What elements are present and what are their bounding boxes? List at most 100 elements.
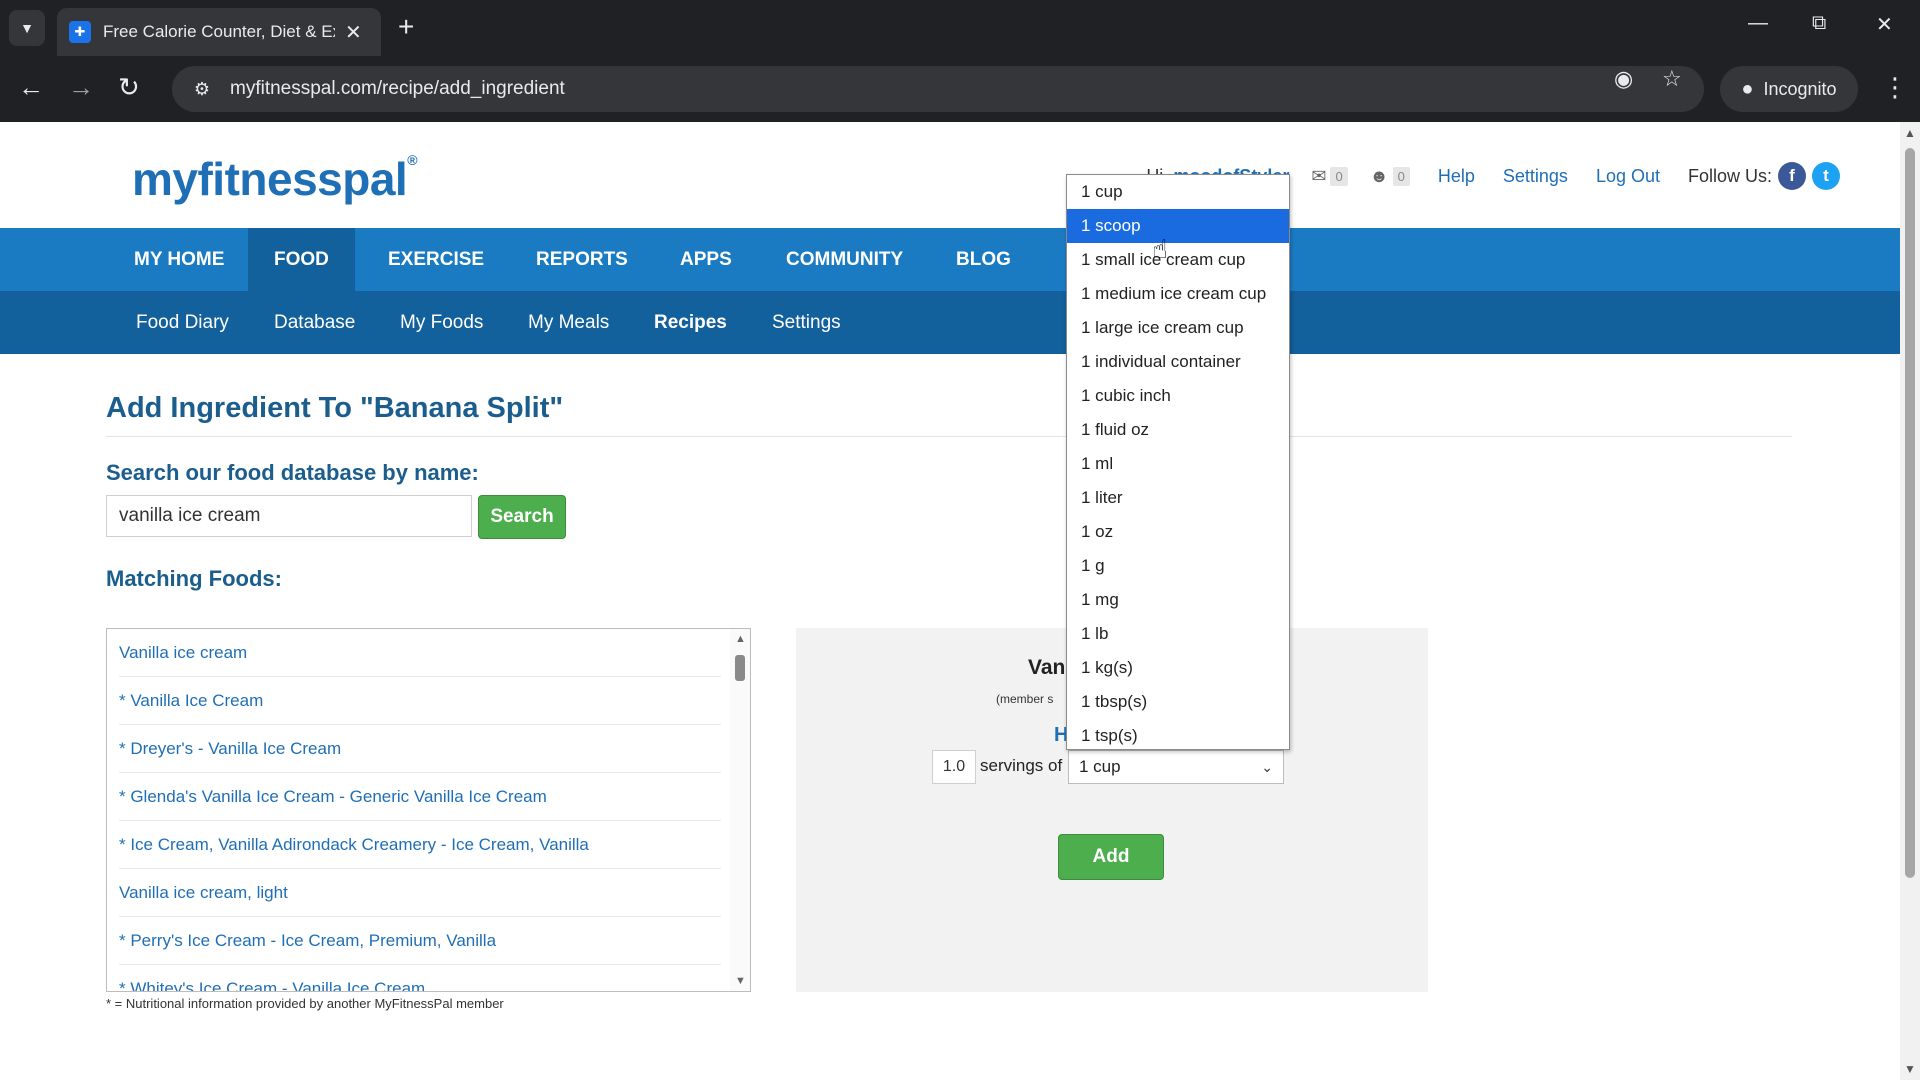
search-button[interactable]: Search: [478, 495, 566, 539]
list-item[interactable]: * Vanilla Ice Cream: [119, 677, 721, 725]
minimize-icon[interactable]: —: [1748, 12, 1768, 35]
divider: [106, 436, 1792, 437]
page-scrollbar[interactable]: ▲ ▼: [1900, 122, 1920, 1080]
dropdown-option[interactable]: 1 g: [1067, 549, 1289, 583]
page-scroll-thumb[interactable]: [1905, 148, 1915, 878]
subnav-settings[interactable]: Settings: [772, 291, 841, 354]
matching-foods-label: Matching Foods:: [106, 566, 282, 591]
eye-off-icon[interactable]: ◉: [1614, 66, 1633, 92]
matching-foods-list[interactable]: Vanilla ice cream * Vanilla Ice Cream * …: [106, 628, 751, 992]
nav-community[interactable]: COMMUNITY: [760, 228, 929, 291]
dropdown-option[interactable]: 1 lb: [1067, 617, 1289, 651]
tab-search-button[interactable]: ▼: [9, 10, 45, 46]
favicon-icon: ✚: [69, 21, 91, 43]
restore-icon[interactable]: ⧉: [1812, 12, 1826, 35]
list-item[interactable]: * Ice Cream, Vanilla Adirondack Creamery…: [119, 821, 721, 869]
tab-strip: ▼ ✚ Free Calorie Counter, Diet & Ex ✕ + …: [0, 0, 1920, 56]
scroll-down-icon[interactable]: ▼: [1904, 1062, 1916, 1076]
dropdown-option[interactable]: 1 liter: [1067, 481, 1289, 515]
footnote: * = Nutritional information provided by …: [106, 996, 504, 1011]
dropdown-option[interactable]: 1 tbsp(s): [1067, 685, 1289, 719]
follow-us-label: Follow Us:: [1687, 165, 1772, 186]
close-icon[interactable]: ✕: [345, 20, 362, 45]
back-icon[interactable]: ←: [18, 72, 44, 102]
list-item[interactable]: * Glenda's Vanilla Ice Cream - Generic V…: [119, 773, 721, 821]
subnav-recipes[interactable]: Recipes: [654, 291, 727, 354]
unit-dropdown[interactable]: 1 cup 1 scoop 1 small ice cream cup 1 me…: [1066, 174, 1290, 750]
nav-blog[interactable]: BLOG: [930, 228, 1037, 291]
list-item[interactable]: * Perry's Ice Cream - Ice Cream, Premium…: [119, 917, 721, 965]
mail-icon[interactable]: ✉: [1311, 166, 1326, 187]
settings-link[interactable]: Settings: [1503, 166, 1568, 187]
dropdown-option[interactable]: 1 mg: [1067, 583, 1289, 617]
list-item[interactable]: * Whitey's Ice Cream - Vanilla Ice Cream: [119, 965, 721, 991]
dropdown-option[interactable]: 1 large ice cream cup: [1067, 311, 1289, 345]
nav-my-home[interactable]: MY HOME: [108, 228, 250, 291]
site-info-icon[interactable]: ⚙: [182, 79, 222, 100]
scroll-thumb[interactable]: [735, 655, 745, 681]
dropdown-option[interactable]: 1 cup: [1067, 175, 1289, 209]
nav-food[interactable]: FOOD: [248, 228, 355, 291]
twitter-icon[interactable]: t: [1812, 162, 1840, 190]
food-name: Van: [1028, 656, 1066, 679]
reload-icon[interactable]: ↻: [118, 72, 140, 102]
dropdown-option[interactable]: 1 medium ice cream cup: [1067, 277, 1289, 311]
incognito-icon: ●: [1741, 77, 1754, 100]
page-title: Add Ingredient To "Banana Split": [106, 392, 564, 424]
nav-reports[interactable]: REPORTS: [510, 228, 654, 291]
url-text: myfitnesspal.com/recipe/add_ingredient: [230, 78, 565, 99]
dropdown-option[interactable]: 1 individual container: [1067, 345, 1289, 379]
sub-nav: Food Diary Database My Foods My Meals Re…: [0, 291, 1900, 354]
chevron-down-icon: ▼: [20, 20, 34, 36]
incognito-badge[interactable]: ● Incognito: [1720, 66, 1858, 112]
dropdown-option[interactable]: 1 ml: [1067, 447, 1289, 481]
menu-icon[interactable]: ⋮: [1882, 74, 1908, 100]
site-logo[interactable]: myfitnesspal®: [132, 152, 418, 206]
subnav-database[interactable]: Database: [274, 291, 355, 354]
unit-select-value: 1 cup: [1079, 757, 1121, 776]
tab-title: Free Calorie Counter, Diet & Ex: [103, 22, 335, 41]
subnav-my-foods[interactable]: My Foods: [400, 291, 483, 354]
person-icon[interactable]: ☻: [1370, 166, 1389, 187]
list-item[interactable]: Vanilla ice cream, light: [119, 869, 721, 917]
chevron-down-icon: ⌄: [1261, 759, 1273, 775]
messages-count: 0: [1330, 166, 1348, 186]
servings-label: servings of: [980, 756, 1063, 775]
dropdown-option[interactable]: 1 fluid oz: [1067, 413, 1289, 447]
browser-tab[interactable]: ✚ Free Calorie Counter, Diet & Ex ✕: [57, 8, 381, 56]
dropdown-option[interactable]: 1 oz: [1067, 515, 1289, 549]
dropdown-option[interactable]: 1 small ice cream cup: [1067, 243, 1289, 277]
scroll-up-icon[interactable]: ▲: [1904, 126, 1916, 140]
servings-input[interactable]: 1.0: [932, 750, 976, 784]
dropdown-option[interactable]: 1 tsp(s): [1067, 719, 1289, 753]
star-icon[interactable]: ☆: [1662, 66, 1682, 92]
browser-toolbar: ← → ↻ ⚙ myfitnesspal.com/recipe/add_ingr…: [0, 56, 1920, 122]
add-button[interactable]: Add: [1058, 834, 1164, 880]
new-tab-button[interactable]: +: [398, 12, 414, 42]
search-input[interactable]: [106, 495, 472, 537]
search-label: Search our food database by name:: [106, 460, 479, 485]
facebook-icon[interactable]: f: [1778, 162, 1806, 190]
subnav-food-diary[interactable]: Food Diary: [136, 291, 229, 354]
window-close-icon[interactable]: ✕: [1876, 12, 1893, 37]
dropdown-option-highlighted[interactable]: 1 scoop: [1067, 209, 1289, 243]
list-item[interactable]: * Dreyer's - Vanilla Ice Cream: [119, 725, 721, 773]
address-bar[interactable]: ⚙ myfitnesspal.com/recipe/add_ingredient: [172, 66, 1704, 112]
subnav-my-meals[interactable]: My Meals: [528, 291, 609, 354]
scroll-up-icon[interactable]: ▲: [735, 633, 746, 645]
hand-cursor-icon: ☝: [1152, 234, 1168, 264]
member-note: (member s: [996, 692, 1054, 706]
logout-link[interactable]: Log Out: [1596, 166, 1660, 187]
main-nav: MY HOME FOOD EXERCISE REPORTS APPS COMMU…: [0, 228, 1900, 291]
nav-apps[interactable]: APPS: [654, 228, 758, 291]
dropdown-option[interactable]: 1 kg(s): [1067, 651, 1289, 685]
list-scrollbar[interactable]: ▲ ▼: [730, 629, 750, 991]
list-item[interactable]: Vanilla ice cream: [119, 629, 721, 677]
help-link[interactable]: Help: [1438, 166, 1475, 187]
unit-select[interactable]: 1 cup ⌄: [1068, 750, 1284, 784]
forward-icon[interactable]: →: [68, 72, 94, 102]
page: myfitnesspal® Hi, moodofStyler ✉ 0 ☻ 0 H…: [0, 122, 1900, 1080]
scroll-down-icon[interactable]: ▼: [735, 975, 746, 987]
nav-exercise[interactable]: EXERCISE: [362, 228, 510, 291]
dropdown-option[interactable]: 1 cubic inch: [1067, 379, 1289, 413]
